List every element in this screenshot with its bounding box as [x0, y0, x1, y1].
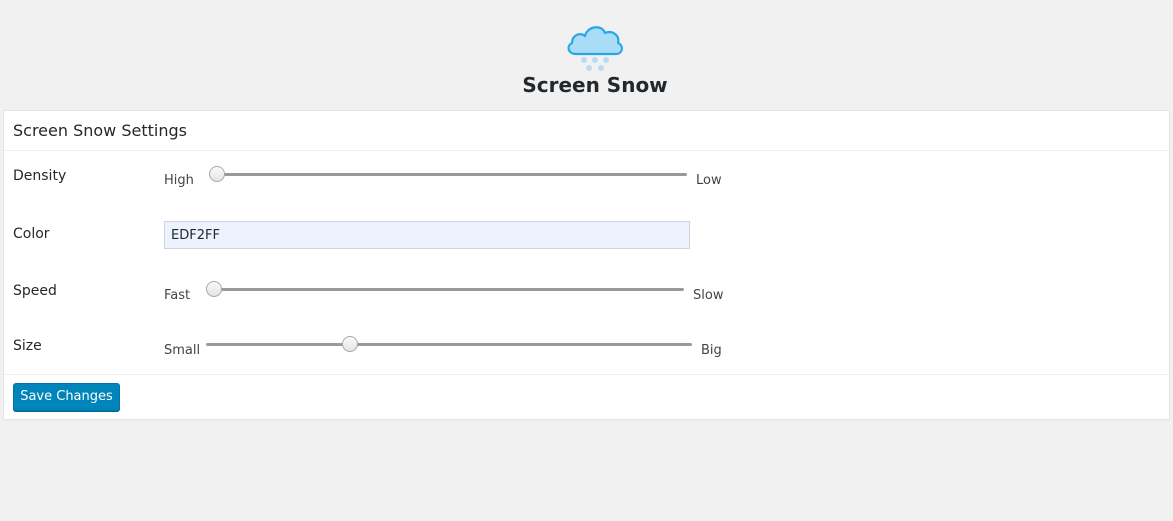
color-label: Color: [13, 226, 50, 242]
density-slider-thumb[interactable]: [209, 166, 225, 182]
snow-cloud-icon: [567, 26, 623, 71]
footer-divider: [4, 374, 1169, 375]
speed-label: Speed: [13, 283, 57, 299]
plugin-header: Screen Snow: [0, 0, 1173, 110]
density-min-label: High: [164, 173, 194, 188]
page-title: Screen Snow: [522, 73, 668, 97]
density-label: Density: [13, 168, 67, 184]
speed-slider-thumb[interactable]: [206, 281, 222, 297]
speed-min-label: Fast: [164, 288, 191, 303]
settings-panel: Screen Snow Settings Density High Low Co…: [3, 110, 1170, 420]
density-max-label: Low: [696, 173, 722, 188]
save-changes-button[interactable]: Save Changes: [13, 383, 120, 411]
color-input[interactable]: [164, 221, 690, 249]
size-min-label: Small: [164, 343, 201, 358]
panel-heading: Screen Snow Settings: [4, 111, 1169, 151]
size-label: Size: [13, 338, 42, 354]
size-slider-track[interactable]: [206, 336, 692, 352]
speed-max-label: Slow: [693, 288, 724, 303]
size-max-label: Big: [701, 343, 722, 358]
density-slider-track[interactable]: [209, 166, 687, 182]
speed-slider-track[interactable]: [206, 281, 684, 297]
size-slider-thumb[interactable]: [342, 336, 359, 352]
